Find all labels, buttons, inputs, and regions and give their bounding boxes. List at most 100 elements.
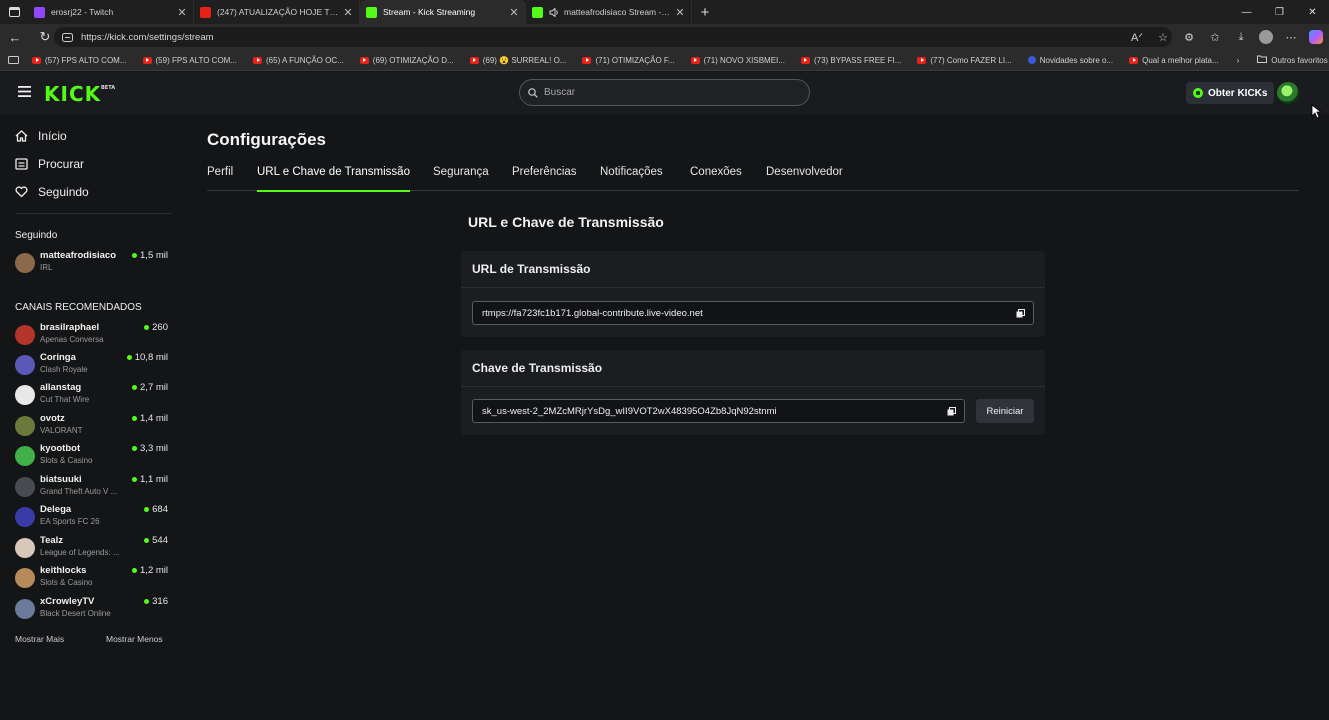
new-tab-button[interactable]: +: [692, 0, 718, 24]
favorite-star-icon[interactable]: ☆: [1155, 29, 1171, 45]
show-more-link[interactable]: Mostrar Mais: [15, 634, 64, 644]
read-aloud-icon[interactable]: Aᐟ: [1129, 29, 1145, 45]
channel-name: ovotz: [40, 413, 65, 424]
get-kicks-button[interactable]: Obter KICKs: [1186, 82, 1275, 104]
url-field[interactable]: https://kick.com/settings/stream: [54, 27, 1172, 47]
favorites-icon[interactable]: ✩: [1207, 29, 1223, 45]
browser-tab-twitch[interactable]: erosrj22 - Twitch ✕: [28, 0, 194, 24]
channel-category: League of Legends: ...: [40, 548, 120, 557]
site-info-icon[interactable]: [62, 32, 73, 42]
channel-name: allanstag: [40, 382, 82, 393]
channel-avatar: [15, 325, 35, 345]
more-menu-icon[interactable]: ⋯: [1283, 29, 1299, 45]
tab-security[interactable]: Segurança: [433, 166, 489, 191]
tab-connections[interactable]: Conexões: [690, 166, 742, 191]
live-dot-icon: [126, 355, 132, 360]
user-avatar[interactable]: [1277, 82, 1299, 104]
show-less-link[interactable]: Mostrar Menos: [106, 634, 163, 644]
tab-stream-url-key[interactable]: URL e Chave de Transmissão: [257, 166, 410, 192]
menu-icon[interactable]: [18, 86, 31, 97]
bookmark-item[interactable]: (57) FPS ALTO COM...: [27, 56, 132, 65]
live-dot-icon: [132, 568, 138, 573]
recommended-channel-item[interactable]: biatsuuki Grand Theft Auto V ... 1,1 mil: [15, 474, 168, 500]
tab-title: Stream - Kick Streaming: [383, 7, 476, 17]
recommended-channel-item[interactable]: xCrowleyTV Black Desert Online 316: [15, 596, 168, 622]
viewer-count-text: 1,1 mil: [140, 474, 168, 485]
bookmark-item[interactable]: (65) A FUNÇÃO OC...: [248, 56, 349, 65]
browser-tab-kick-channel[interactable]: matteafrodisiaco Stream - W ✕: [526, 0, 692, 24]
stream-url-field[interactable]: rtmps://fa723fc1b171.global-contribute.l…: [472, 301, 1034, 325]
bookmark-item[interactable]: Novidades sobre o...: [1023, 56, 1118, 65]
copy-icon[interactable]: [947, 407, 956, 416]
bookmark-item[interactable]: (69) OTIMIZAÇÃO D...: [355, 56, 459, 65]
close-tab-icon[interactable]: ✕: [177, 6, 187, 19]
copilot-icon[interactable]: [1309, 30, 1323, 44]
extensions-icon[interactable]: ⚙: [1181, 29, 1197, 45]
bookmark-item[interactable]: (71) NOVO XISBMEI...: [686, 56, 790, 65]
tab-preferences[interactable]: Preferências: [512, 166, 577, 191]
channel-name: Delega: [40, 504, 72, 515]
browser-tab-kick-stream[interactable]: Stream - Kick Streaming ✕: [360, 0, 526, 24]
recommended-channel-item[interactable]: Coringa Clash Royale 10,8 mil: [15, 352, 168, 378]
bookmark-item[interactable]: (69) 😮 SURREAL! O...: [465, 56, 572, 65]
bookmarks-overflow-icon[interactable]: ›: [1232, 56, 1245, 65]
recommended-channel-item[interactable]: keithlocks Slots & Casino 1,2 mil: [15, 565, 168, 591]
live-dot-icon: [132, 253, 138, 258]
search-input[interactable]: [544, 87, 784, 98]
recommended-channel-item[interactable]: brasilraphael Apenas Conversa 260: [15, 322, 168, 348]
bookmark-item[interactable]: (71) OTIMIZAÇÃO F...: [577, 56, 679, 65]
viewer-count-text: 260: [152, 322, 168, 333]
twitch-favicon-icon: [34, 6, 45, 18]
bookmark-item[interactable]: (59) FPS ALTO COM...: [138, 56, 243, 65]
recommended-header: CANAIS RECOMENDADOS: [15, 302, 142, 313]
channel-name: biatsuuki: [40, 474, 82, 485]
downloads-icon[interactable]: ⤓: [1233, 29, 1249, 45]
recommended-channel-item[interactable]: allanstag Cut That Wire 2,7 mil: [15, 382, 168, 408]
viewer-count: 1,1 mil: [132, 474, 168, 485]
youtube-icon: [690, 56, 700, 64]
close-tab-icon[interactable]: ✕: [509, 6, 519, 19]
sidebar-item-browse[interactable]: Procurar: [15, 157, 84, 171]
browser-tab-youtube[interactable]: (247) ATUALIZAÇÃO HOJE TCHAU ✕: [194, 0, 360, 24]
recommended-channel-item[interactable]: Delega EA Sports FC 26 684: [15, 504, 168, 530]
live-dot-icon: [144, 538, 150, 543]
reset-key-button[interactable]: Reiniciar: [976, 399, 1034, 423]
bookmark-label: (71) OTIMIZAÇÃO F...: [595, 55, 675, 65]
reading-list-icon[interactable]: [0, 56, 27, 64]
youtube-icon: [917, 56, 927, 64]
tab-notifications[interactable]: Notificações: [600, 166, 663, 191]
viewer-count: 684: [144, 504, 168, 515]
recommended-channel-item[interactable]: ovotz VALORANT 1,4 mil: [15, 413, 168, 439]
tab-profile[interactable]: Perfil: [207, 166, 233, 191]
following-header: Seguindo: [15, 230, 58, 241]
copy-icon[interactable]: [1016, 309, 1025, 318]
speaker-icon[interactable]: [549, 7, 559, 17]
channel-avatar: [15, 355, 35, 375]
bookmark-item[interactable]: (77) Como FAZER LI...: [912, 56, 1016, 65]
close-window-icon[interactable]: ✕: [1296, 0, 1329, 24]
profile-icon[interactable]: [1259, 30, 1273, 44]
youtube-icon: [142, 56, 152, 64]
close-tab-icon[interactable]: ✕: [343, 6, 353, 19]
search-box[interactable]: [519, 79, 810, 106]
bookmark-label: Qual a melhor plata...: [1142, 55, 1219, 65]
bookmark-label: (57) FPS ALTO COM...: [45, 55, 127, 65]
close-tab-icon[interactable]: ✕: [675, 6, 685, 19]
recommended-channel-item[interactable]: Tealz League of Legends: ... 544: [15, 535, 168, 561]
live-dot-icon: [144, 599, 150, 604]
other-favorites-folder[interactable]: Outros favoritos: [1252, 55, 1329, 65]
sidebar-item-home[interactable]: Início: [15, 129, 67, 143]
sidebar-item-following[interactable]: Seguindo: [15, 185, 89, 199]
minimize-icon[interactable]: —: [1230, 0, 1263, 24]
tab-actions-icon[interactable]: [0, 0, 28, 24]
back-icon[interactable]: ←: [0, 24, 30, 50]
restore-icon[interactable]: ❐: [1263, 0, 1296, 24]
bookmark-item[interactable]: (73) BYPASS FREE FI...: [796, 56, 906, 65]
channel-name: xCrowleyTV: [40, 596, 95, 607]
recommended-channel-item[interactable]: kyootbot Slots & Casino 3,3 mil: [15, 443, 168, 469]
kick-logo[interactable]: KICK BETA: [44, 82, 115, 106]
following-channel-item[interactable]: matteafrodisiaco IRL 1,5 mil: [15, 250, 168, 276]
stream-key-field[interactable]: sk_us-west-2_2MZcMRjrYsDg_wII9VOT2wX4839…: [472, 399, 965, 423]
tab-developer[interactable]: Desenvolvedor: [766, 166, 843, 191]
bookmark-item[interactable]: Qual a melhor plata...: [1124, 56, 1223, 65]
